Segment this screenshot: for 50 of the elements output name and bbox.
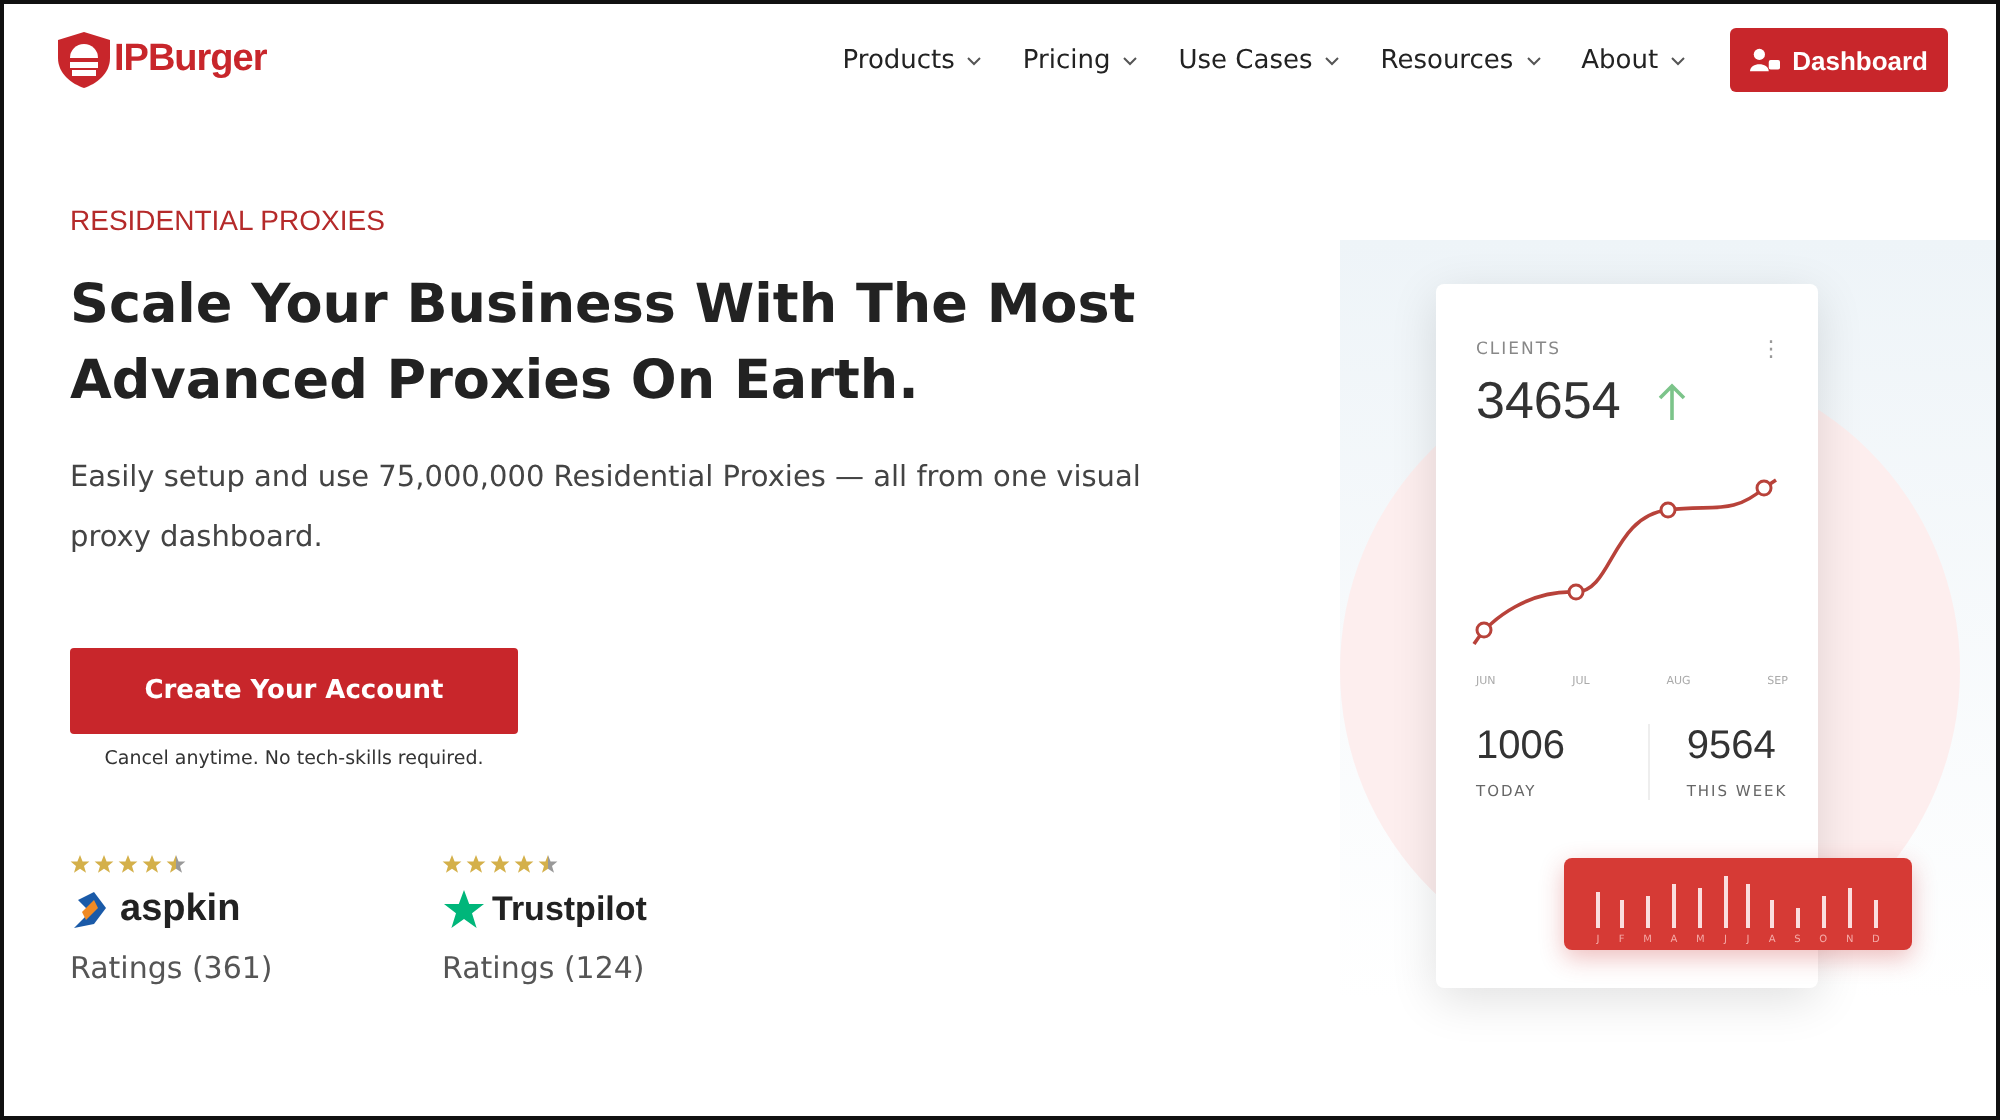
nav-link[interactable]: About: [1581, 45, 1687, 75]
star-icon: [142, 854, 162, 874]
strip-bar: [1645, 896, 1650, 928]
strip-bar: [1671, 884, 1676, 928]
rating-count: Ratings (124): [442, 950, 647, 986]
chart-point: [1755, 479, 1773, 497]
create-account-button[interactable]: Create Your Account: [70, 648, 518, 734]
nav-link[interactable]: Use Cases: [1178, 45, 1341, 75]
rating-count: Ratings (361): [70, 950, 275, 986]
dashboard-button[interactable]: Dashboard: [1730, 28, 1948, 92]
eyebrow-text: RESIDENTIAL PROXIES: [70, 204, 385, 236]
brand-name: aspkin: [120, 888, 241, 932]
nav-link[interactable]: Products: [842, 45, 983, 75]
star-icon: [514, 854, 534, 874]
strip-bar: [1795, 908, 1800, 928]
strip-bar: [1698, 888, 1703, 928]
clients-value: 34654: [1476, 370, 1621, 432]
users-icon: [1750, 48, 1781, 72]
nav-link[interactable]: Resources: [1380, 45, 1542, 75]
star-icon: [442, 854, 462, 874]
brand-name: Trustpilot: [492, 890, 647, 930]
strip-bar: [1723, 876, 1728, 928]
star-icon: [166, 854, 186, 874]
star-icon: [70, 854, 90, 874]
cta-note: Cancel anytime. No tech-skills required.: [102, 748, 486, 770]
nav-link[interactable]: Pricing: [1022, 45, 1139, 75]
strip-bar: [1746, 884, 1751, 928]
logo-text[interactable]: IPBurger: [114, 38, 267, 82]
stat-value: 1006: [1476, 724, 1567, 770]
strip-bar: [1619, 900, 1624, 928]
strip-bar: [1821, 896, 1826, 928]
star-icon: [94, 854, 114, 874]
up-arrow-icon: [1656, 381, 1689, 421]
strip-bar: [1770, 900, 1775, 928]
strip-bar: [1847, 888, 1852, 928]
hero-text: Easily setup and use 75,000,000 Residential Proxies — all from one visual proxy dashboard.: [70, 460, 1143, 558]
shield-icon: [56, 30, 112, 90]
chart-point: [1475, 621, 1493, 639]
strip-bar: [1596, 892, 1600, 928]
chart-point: [1567, 583, 1585, 601]
strip-bar: [1873, 900, 1878, 928]
star-icon: [442, 888, 486, 932]
star-icon: [538, 854, 558, 874]
stat-value: 9564: [1686, 724, 1778, 770]
star-icon: [490, 854, 510, 874]
card-label: CLIENTS: [1476, 339, 1561, 359]
hero-title: Scale Your Business With The Most Advanced Proxies On Earth.: [70, 272, 1138, 416]
star-icon: [466, 854, 486, 874]
chart-point: [1659, 501, 1677, 519]
star-icon: [118, 854, 138, 874]
